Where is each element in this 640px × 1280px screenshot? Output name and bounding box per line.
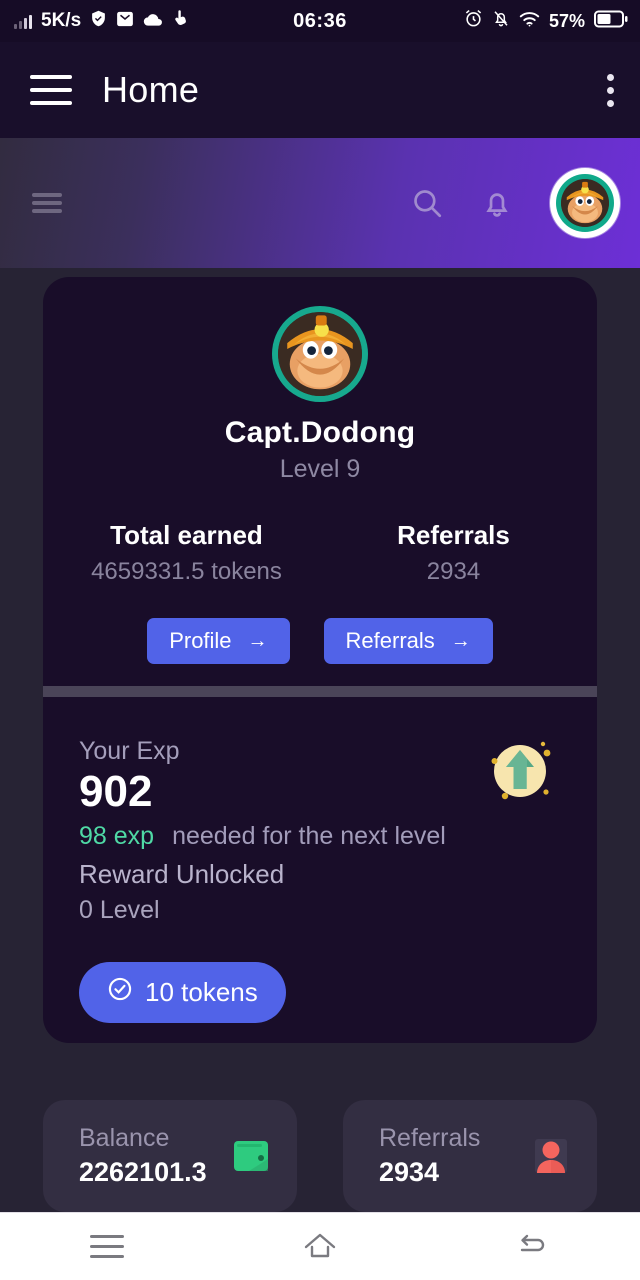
bell-icon[interactable] (480, 186, 514, 220)
referrals-button-label: Referrals (345, 628, 435, 653)
balance-card-label: Balance (79, 1124, 170, 1152)
os-status-bar: 5K/s 06:36 57% (0, 0, 640, 42)
recent-apps-icon[interactable] (85, 1225, 129, 1269)
bell-muted-icon (492, 9, 510, 33)
stat-value: 4659331.5 tokens (91, 558, 282, 585)
wifi-icon (519, 11, 540, 32)
profile-avatar[interactable] (272, 306, 368, 402)
user-avatar-monkey-icon (561, 179, 609, 227)
balance-card-value: 2262101.3 (79, 1157, 207, 1187)
alarm-clock-icon (464, 9, 483, 33)
arrow-right-icon: → (247, 630, 268, 652)
wallet-icon (227, 1132, 275, 1180)
reward-tokens-button[interactable]: 10 tokens (79, 961, 286, 1023)
exp-needed-text: needed for the next level (172, 821, 446, 850)
exp-needed-amount: 98 exp (79, 821, 155, 850)
home-icon[interactable] (298, 1225, 342, 1269)
battery-icon (594, 10, 628, 33)
stat-label: Referrals (397, 520, 510, 550)
web-header-actions (410, 168, 620, 238)
profile-level: Level 9 (279, 455, 361, 483)
reward-unlocked-label: Reward Unlocked (79, 858, 285, 889)
referrals-card-text: Referrals 2934 (379, 1124, 480, 1188)
referrals-card[interactable]: Referrals 2934 (343, 1100, 597, 1212)
exp-needed-row: 98 exp needed for the next level (79, 822, 561, 851)
referrals-button[interactable]: Referrals → (323, 618, 493, 664)
back-icon[interactable] (511, 1225, 555, 1269)
stat-label: Total earned (110, 520, 263, 550)
profile-header: Capt.Dodong Level 9 (43, 277, 597, 484)
hamburger-menu-icon[interactable] (30, 75, 72, 105)
balance-card-text: Balance 2262101.3 (79, 1124, 207, 1188)
battery-percent-label: 57% (548, 10, 585, 31)
page-title: Home (102, 69, 200, 110)
card-divider (43, 686, 597, 697)
stat-value: 2934 (426, 558, 481, 585)
profile-card: Capt.Dodong Level 9 Total earned 4659331… (43, 277, 597, 1043)
referrals-card-value: 2934 (379, 1157, 440, 1187)
monkey-miner-avatar (278, 312, 362, 396)
avatar[interactable] (550, 168, 620, 238)
profile-button-label: Profile (169, 628, 232, 653)
kebab-menu-icon[interactable] (607, 73, 614, 107)
web-hamburger-menu-icon[interactable] (32, 193, 62, 213)
profile-button[interactable]: Profile → (147, 618, 290, 664)
profile-stats: Total earned 4659331.5 tokens Referrals … (43, 520, 597, 586)
check-circle-icon (107, 976, 133, 1009)
person-icon (527, 1132, 575, 1180)
profile-actions: Profile → Referrals → (43, 618, 597, 664)
level-up-arrow-icon (485, 736, 555, 806)
android-nav-bar (0, 1212, 640, 1280)
search-icon[interactable] (410, 186, 444, 220)
profile-username: Capt.Dodong (224, 416, 416, 449)
status-bar-right: 57% (464, 9, 628, 33)
stat-referrals: Referrals 2934 (320, 520, 587, 586)
web-page-header (0, 138, 640, 268)
reward-level: 0 Level (79, 895, 160, 924)
balance-card[interactable]: Balance 2262101.3 (43, 1100, 297, 1212)
arrow-right-icon: → (450, 630, 471, 652)
reward-tokens-label: 10 tokens (145, 976, 258, 1007)
stat-total-earned: Total earned 4659331.5 tokens (53, 520, 320, 586)
app-bar: Home (0, 42, 640, 138)
referrals-card-label: Referrals (379, 1124, 481, 1152)
summary-cards: Balance 2262101.3 Referrals 2934 (0, 1100, 640, 1212)
main-content: Capt.Dodong Level 9 Total earned 4659331… (0, 268, 640, 1212)
